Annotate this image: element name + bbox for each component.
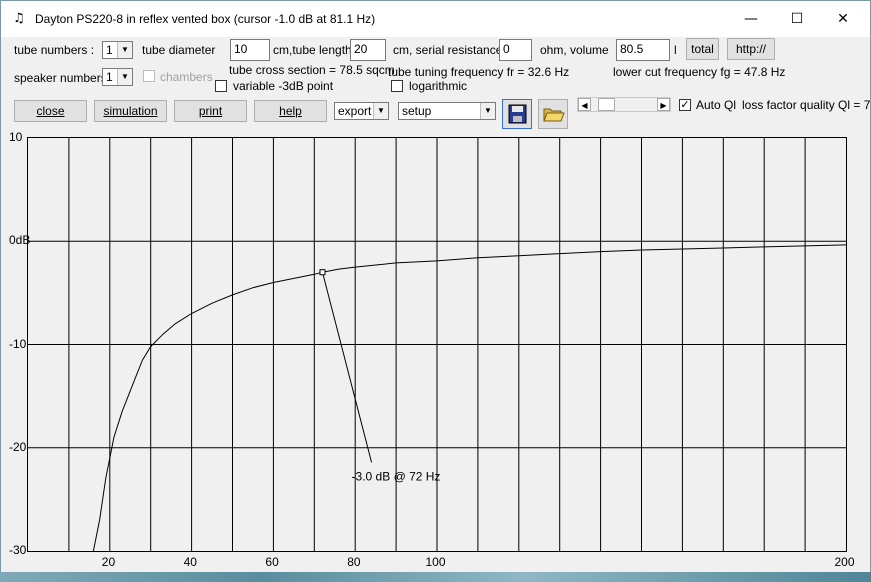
scroll-thumb[interactable]	[598, 98, 615, 111]
response-curve	[92, 244, 846, 551]
logarithmic-checkbox[interactable]	[391, 80, 403, 92]
save-button[interactable]	[502, 99, 532, 129]
y-tick-label: -30	[9, 543, 27, 557]
folder-open-icon	[543, 108, 565, 122]
y-tick-label: -10	[9, 336, 27, 351]
window-title: Dayton PS220-8 in reflex vented box (cur…	[35, 12, 376, 26]
y-tick-label: 10	[9, 130, 23, 144]
close-button[interactable]: close	[14, 100, 87, 122]
title-bar: ♫ Dayton PS220-8 in reflex vented box (c…	[1, 1, 870, 37]
export-select[interactable]: export ▼	[334, 102, 389, 120]
tube-diameter-label: tube diameter	[142, 43, 216, 57]
export-value: export	[338, 104, 372, 118]
variable-3db-label: variable -3dB point	[233, 79, 334, 93]
x-tick-label: 40	[183, 555, 197, 569]
chevron-down-icon: ▼	[480, 103, 495, 119]
variable-3db-checkbox[interactable]	[215, 80, 227, 92]
maximize-icon[interactable]: ☐	[774, 1, 820, 37]
response-chart: -3.0 dB @ 72 Hz	[28, 138, 846, 551]
tube-numbers-label: tube numbers :	[14, 43, 95, 57]
tube-length-input[interactable]: 20	[350, 39, 386, 61]
annotation-leader-line	[321, 272, 373, 463]
app-icon[interactable]: ♫	[13, 11, 29, 27]
y-tick-label: 0dB	[9, 233, 31, 248]
chambers-checkbox[interactable]	[143, 70, 155, 82]
auto-ql-checkbox[interactable]: ✓	[679, 99, 691, 111]
volume-input[interactable]: 80.5	[616, 39, 670, 61]
cursor-marker	[319, 269, 326, 276]
minimize-icon[interactable]: —	[728, 1, 774, 37]
close-window-icon[interactable]: ✕	[820, 1, 866, 37]
loss-factor-scrollbar[interactable]: ◀ ▶	[577, 97, 671, 112]
speaker-numbers-label: speaker numbers :	[14, 71, 114, 85]
annotation-label: -3.0 dB @ 72 Hz	[352, 469, 441, 483]
serial-resistance-label: cm, serial resistance	[393, 43, 503, 57]
tube-numbers-select[interactable]: 1 ▼	[102, 41, 133, 59]
tube-diameter-input[interactable]: 10	[230, 39, 270, 61]
setup-value: setup	[402, 104, 432, 118]
close-button-label: close	[36, 104, 65, 118]
tube-cross-section: tube cross section = 78.5 sqcm	[229, 63, 395, 77]
x-tick-label: 100	[425, 555, 446, 569]
floppy-disk-icon	[508, 104, 527, 124]
http-button[interactable]: http://	[727, 38, 775, 60]
frequency-response-plot[interactable]: -3.0 dB @ 72 Hz	[27, 137, 847, 552]
speaker-numbers-value: 1	[106, 70, 113, 84]
tube-tuning-frequency: tube tuning frequency fr = 32.6 Hz	[388, 65, 570, 79]
x-tick-label: 200	[834, 555, 855, 569]
help-button-label: help	[279, 104, 302, 118]
auto-ql-label: Auto Ql	[696, 98, 737, 112]
speaker-numbers-select[interactable]: 1 ▼	[102, 68, 133, 86]
x-tick-label: 20	[101, 555, 116, 569]
chevron-down-icon: ▼	[117, 42, 132, 58]
tube-length-label: cm,tube length	[273, 43, 352, 57]
simulation-button[interactable]: simulation	[94, 100, 167, 122]
chevron-down-icon: ▼	[373, 103, 388, 119]
serial-resistance-input[interactable]: 0	[499, 39, 532, 61]
scroll-left-icon[interactable]: ◀	[578, 98, 591, 111]
volume-unit: l	[674, 43, 677, 57]
print-button-label: print	[198, 104, 223, 118]
y-tick-label: -20	[9, 439, 27, 454]
scroll-right-icon[interactable]: ▶	[657, 98, 670, 111]
chambers-label: chambers	[160, 70, 213, 84]
x-tick-label: 60	[265, 555, 279, 569]
simulation-button-label: simulation	[103, 104, 158, 118]
total-button[interactable]: total	[686, 38, 719, 60]
open-button[interactable]	[538, 99, 568, 129]
desktop-background	[0, 572, 871, 582]
tube-numbers-value: 1	[106, 43, 113, 57]
volume-label: ohm, volume	[540, 43, 609, 57]
logarithmic-label: logarithmic	[409, 79, 468, 93]
loss-factor-label: loss factor quality Ql = 7	[742, 98, 871, 112]
print-button[interactable]: print	[174, 100, 247, 122]
setup-select[interactable]: setup ▼	[398, 102, 496, 120]
help-button[interactable]: help	[254, 100, 327, 122]
x-tick-label: 80	[347, 555, 361, 569]
lower-cut-frequency: lower cut frequency fg = 47.8 Hz	[613, 65, 786, 79]
chevron-down-icon: ▼	[117, 69, 132, 85]
app-window: ♫ Dayton PS220-8 in reflex vented box (c…	[0, 0, 871, 574]
